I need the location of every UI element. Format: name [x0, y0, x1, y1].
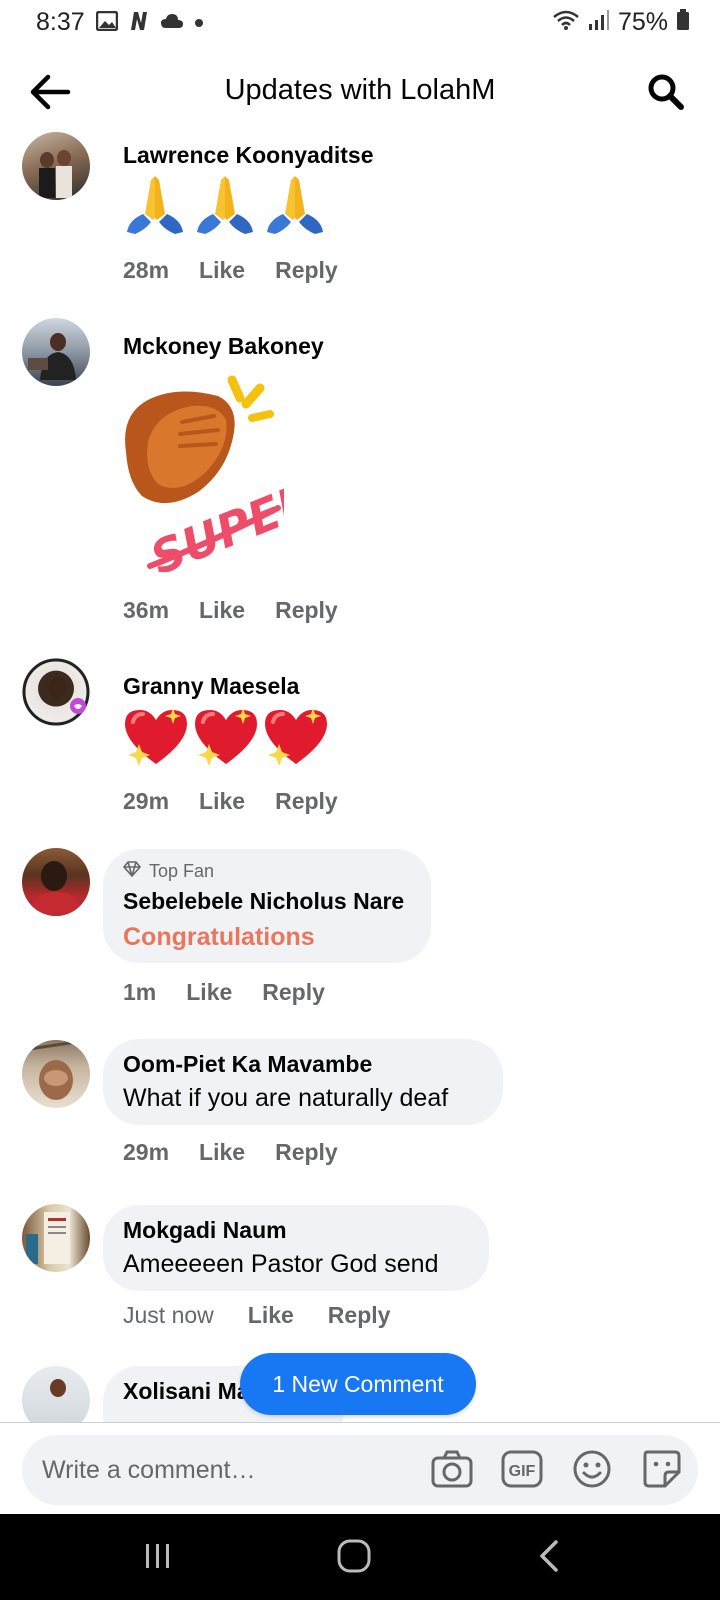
netflix-n-icon	[128, 11, 150, 36]
comments-feed[interactable]: Lawrence Koonyaditse 28m Like Reply Mcko…	[0, 126, 720, 1422]
status-time: 8:37	[36, 8, 85, 36]
comment-item: Lawrence Koonyaditse 28m Like Reply	[0, 126, 720, 296]
reply-link[interactable]: Reply	[275, 1139, 338, 1166]
comment-placeholder: Write a comment…	[42, 1456, 256, 1484]
gallery-icon	[95, 10, 119, 36]
like-link[interactable]: Like	[199, 1139, 245, 1166]
avatar[interactable]	[22, 318, 90, 386]
top-fan-badge: Top Fan	[123, 861, 411, 882]
like-link[interactable]: Like	[199, 597, 245, 624]
like-link[interactable]: Like	[199, 257, 245, 284]
reply-link[interactable]: Reply	[328, 1302, 391, 1329]
diamond-icon	[123, 861, 141, 882]
comment-text: Ameeeeen Pastor God send	[123, 1250, 439, 1278]
comment-time[interactable]: 1m	[123, 979, 156, 1006]
emoji-content	[123, 706, 329, 773]
avatar[interactable]	[22, 1204, 90, 1272]
wifi-icon	[552, 9, 580, 36]
recent-apps-icon[interactable]	[138, 1536, 178, 1576]
system-nav-bar	[0, 1514, 720, 1600]
comment-meta: 36m Like Reply	[123, 597, 338, 624]
comment-time[interactable]: 28m	[123, 257, 169, 284]
comment-time[interactable]: 29m	[123, 788, 169, 815]
camera-icon[interactable]	[430, 1447, 474, 1491]
badge-label: Top Fan	[149, 861, 215, 881]
comment-item: Granny Maesela 29m Like Reply	[0, 656, 720, 826]
comment-meta: 28m Like Reply	[123, 257, 338, 284]
app-header: Updates with LolahM	[0, 56, 720, 126]
commenter-name[interactable]: Oom-Piet Ka Mavambe	[123, 1051, 483, 1078]
comment-text: Congratulations	[123, 923, 315, 951]
avatar[interactable]	[22, 1366, 90, 1422]
commenter-name[interactable]: Lawrence Koonyaditse	[123, 142, 374, 169]
sticker-icon[interactable]	[640, 1447, 684, 1491]
page-title: Updates with LolahM	[224, 74, 496, 106]
comment-bubble[interactable]: Mokgadi Naum Ameeeeen Pastor God send	[103, 1205, 489, 1291]
avatar[interactable]	[22, 658, 90, 726]
commenter-name[interactable]: Mokgadi Naum	[123, 1217, 469, 1244]
avatar[interactable]	[22, 848, 90, 916]
folded-hands-emoji-icon	[263, 174, 327, 241]
new-comment-button[interactable]: 1 New Comment	[240, 1353, 476, 1415]
folded-hands-emoji-icon	[123, 174, 187, 241]
dot-icon	[194, 15, 204, 33]
comment-time[interactable]: Just now	[123, 1302, 214, 1329]
reply-link[interactable]: Reply	[275, 788, 338, 815]
comment-time[interactable]: 36m	[123, 597, 169, 624]
commenter-name[interactable]: Mckoney Bakoney	[123, 333, 324, 360]
search-icon[interactable]	[646, 72, 686, 112]
back-nav-icon[interactable]	[530, 1536, 570, 1576]
signal-icon	[588, 9, 610, 36]
emoji-content	[123, 174, 327, 241]
comment-meta: 29m Like Reply	[123, 788, 338, 815]
svg-text:GIF: GIF	[509, 1463, 536, 1480]
emoji-icon[interactable]	[570, 1447, 614, 1491]
like-link[interactable]: Like	[248, 1302, 294, 1329]
comment-bubble[interactable]: Oom-Piet Ka Mavambe What if you are natu…	[103, 1039, 503, 1125]
comment-meta: 29m Like Reply	[123, 1139, 338, 1166]
like-link[interactable]: Like	[186, 979, 232, 1006]
like-link[interactable]: Like	[199, 788, 245, 815]
battery-percentage: 75%	[617, 8, 668, 36]
comment-input[interactable]: Write a comment… GIF	[22, 1435, 698, 1505]
commenter-name[interactable]: Granny Maesela	[123, 673, 299, 700]
sparkling-heart-emoji-icon	[193, 706, 259, 773]
super-clap-sticker[interactable]: SUPER!	[122, 372, 341, 585]
folded-hands-emoji-icon	[193, 174, 257, 241]
commenter-name[interactable]: Sebelebele Nicholus Nare	[123, 888, 411, 915]
reply-link[interactable]: Reply	[262, 979, 325, 1006]
comment-bubble[interactable]: Top Fan Sebelebele Nicholus Nare Congrat…	[103, 849, 431, 963]
sparkling-heart-emoji-icon	[123, 706, 189, 773]
home-icon[interactable]	[334, 1536, 374, 1576]
comment-time[interactable]: 29m	[123, 1139, 169, 1166]
sparkling-heart-emoji-icon	[263, 706, 329, 773]
comment-text: What if you are naturally deaf	[123, 1084, 449, 1112]
comment-meta: Just now Like Reply	[123, 1302, 390, 1329]
status-bar: 8:37 75%	[0, 0, 720, 46]
gif-icon[interactable]: GIF	[500, 1447, 544, 1491]
comment-item: Oom-Piet Ka Mavambe What if you are natu…	[0, 1036, 720, 1196]
reply-link[interactable]: Reply	[275, 597, 338, 624]
comment-item: Top Fan Sebelebele Nicholus Nare Congrat…	[0, 846, 720, 1026]
comment-item: Mokgadi Naum Ameeeeen Pastor God send Ju…	[0, 1202, 720, 1362]
battery-icon	[676, 9, 690, 36]
comment-composer-bar: Write a comment… GIF	[0, 1422, 720, 1514]
avatar[interactable]	[22, 132, 90, 200]
cloud-icon	[160, 13, 184, 34]
avatar[interactable]	[22, 1040, 90, 1108]
comment-meta: 1m Like Reply	[123, 979, 325, 1006]
reply-link[interactable]: Reply	[275, 257, 338, 284]
comment-item: Mckoney Bakoney SUPER! 36m Like Reply	[0, 316, 720, 636]
